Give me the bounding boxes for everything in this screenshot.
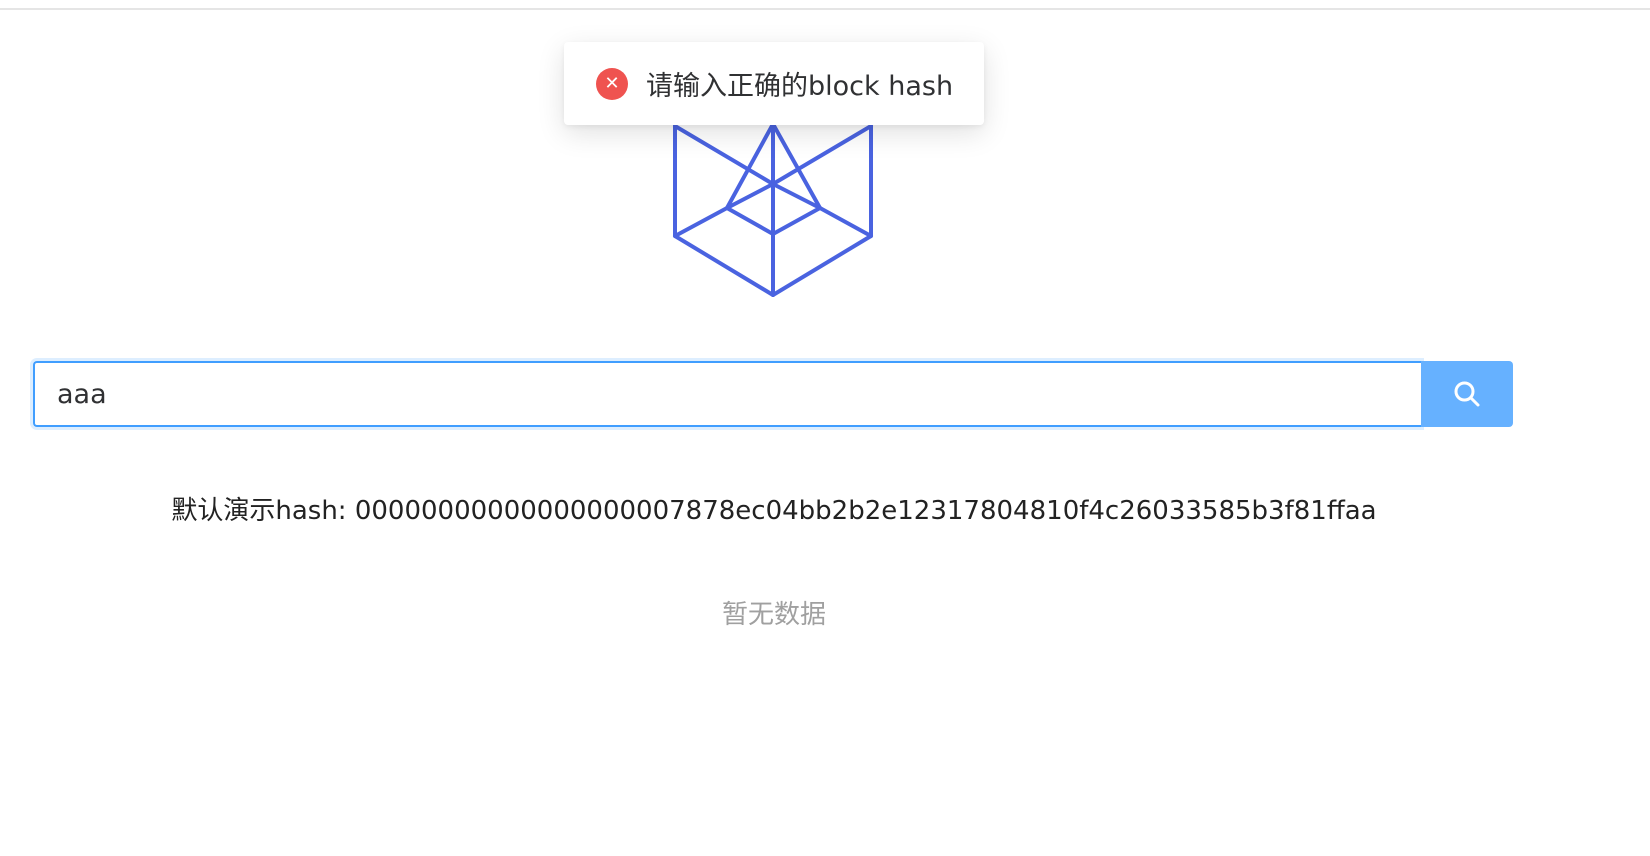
search-icon (1454, 381, 1480, 407)
cube-network-logo (673, 122, 873, 297)
page: ✕ 请输入正确的block hash 默认演示hash: 00000000000… (0, 0, 1650, 856)
top-divider (0, 8, 1650, 10)
search-button[interactable] (1421, 361, 1513, 427)
search-bar (33, 361, 1513, 427)
error-toast: ✕ 请输入正确的block hash (564, 42, 984, 125)
empty-state-text: 暂无数据 (721, 600, 826, 630)
error-circle-icon: ✕ (596, 67, 628, 100)
demo-hash-text: 默认演示hash: 00000000000000000007878ec04bb2… (171, 496, 1377, 526)
search-input[interactable] (33, 361, 1421, 427)
toast-message: 请输入正确的block hash (646, 71, 954, 102)
